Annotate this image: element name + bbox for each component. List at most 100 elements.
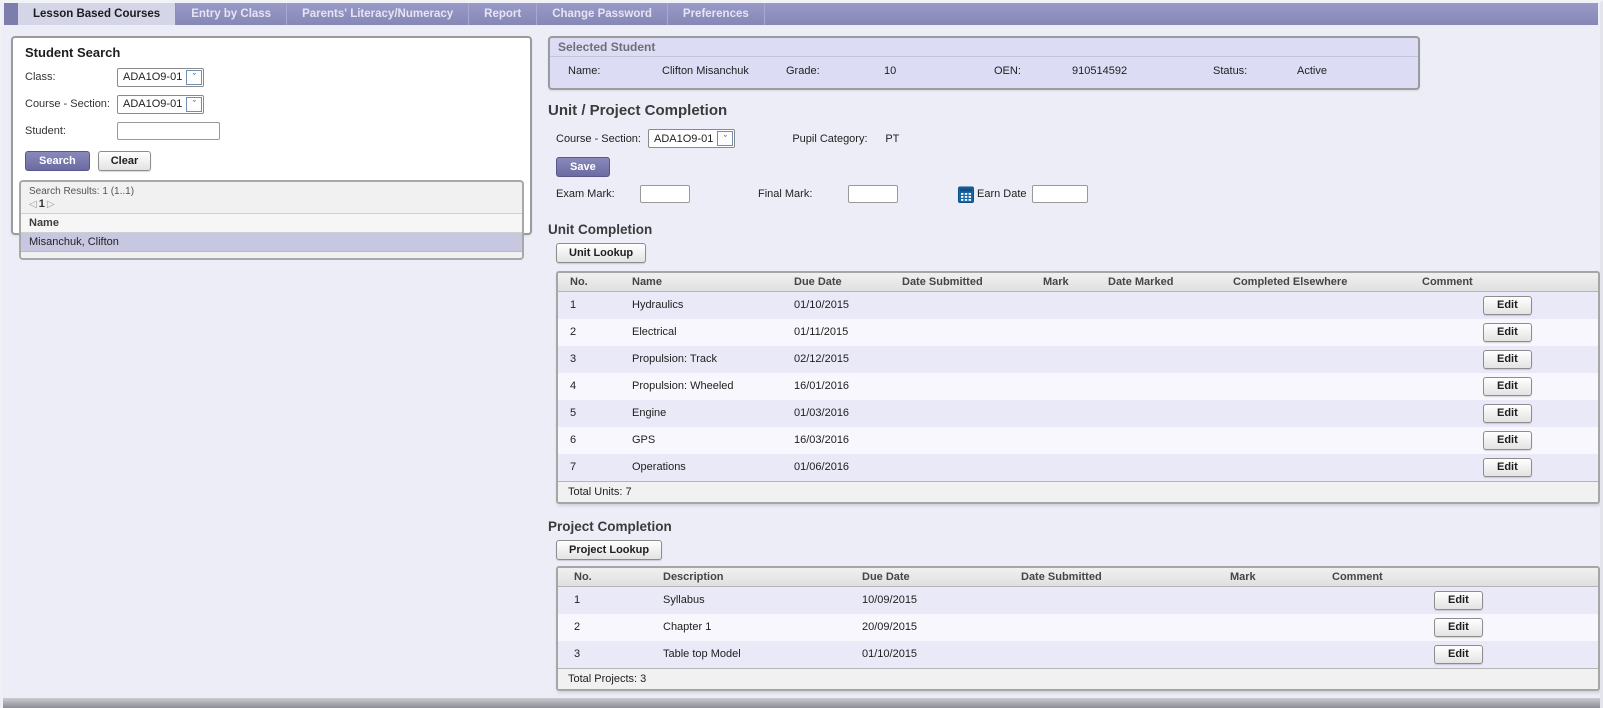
- table-row: 3 Table top Model 01/10/2015 Edit: [558, 641, 1598, 668]
- chevron-down-icon[interactable]: ˇ: [186, 97, 202, 112]
- col-name: Name: [620, 273, 782, 291]
- calendar-icon[interactable]: [958, 186, 974, 203]
- selected-student-title: Selected Student: [550, 38, 1418, 57]
- class-select-value: ADA1O9-01: [123, 71, 182, 83]
- final-mark-input[interactable]: [848, 185, 898, 203]
- next-page-icon[interactable]: ▷: [47, 199, 55, 210]
- search-results-summary: Search Results: 1 (1..1): [21, 182, 522, 198]
- oen-label: OEN:: [994, 65, 1072, 77]
- results-footer-strip: [21, 252, 522, 258]
- tab-change-password[interactable]: Change Password: [537, 3, 668, 25]
- unit-completion-title: Unit Completion: [548, 222, 652, 237]
- chevron-down-icon[interactable]: ˇ: [717, 131, 733, 146]
- col-date-submitted: Date Submitted: [1005, 568, 1214, 586]
- name-label: Name:: [568, 65, 662, 77]
- edit-button[interactable]: Edit: [1483, 323, 1532, 342]
- chevron-down-icon[interactable]: ˇ: [186, 70, 202, 85]
- tab-report[interactable]: Report: [469, 3, 537, 25]
- tab-parents-literacy-numeracy[interactable]: Parents' Literacy/Numeracy: [287, 3, 469, 25]
- exam-mark-label: Exam Mark:: [556, 188, 640, 200]
- exam-mark-input[interactable]: [640, 185, 690, 203]
- table-row: 7 Operations 01/06/2016 Edit: [558, 454, 1598, 481]
- pupil-category-value: PT: [885, 133, 899, 145]
- col-due-date: Due Date: [782, 273, 890, 291]
- edit-button[interactable]: Edit: [1434, 618, 1483, 637]
- save-button[interactable]: Save: [556, 157, 610, 177]
- unit-table-header: No. Name Due Date Date Submitted Mark Da…: [558, 273, 1598, 292]
- class-label: Class:: [25, 71, 117, 83]
- course-section-select-value: ADA1O9-01: [123, 98, 182, 110]
- project-table-total: Total Projects: 3: [558, 668, 1598, 689]
- project-lookup-button[interactable]: Project Lookup: [556, 540, 662, 560]
- edit-button[interactable]: Edit: [1483, 431, 1532, 450]
- results-name-header: Name: [21, 213, 522, 233]
- table-row: 1 Hydraulics 01/10/2015 Edit: [558, 292, 1598, 319]
- page-number[interactable]: 1: [39, 198, 45, 210]
- student-input[interactable]: [117, 122, 220, 140]
- grade-label: Grade:: [786, 65, 884, 77]
- student-search-title: Student Search: [19, 45, 524, 60]
- table-row: 1 Syllabus 10/09/2015 Edit: [558, 587, 1598, 614]
- class-select[interactable]: ADA1O9-01 ˇ: [117, 68, 204, 87]
- project-completion-table: No. Description Due Date Date Submitted …: [556, 566, 1600, 691]
- course-section-select-main-value: ADA1O9-01: [654, 133, 713, 145]
- col-date-marked: Date Marked: [1096, 273, 1221, 291]
- edit-button[interactable]: Edit: [1483, 350, 1532, 369]
- result-row-selected[interactable]: Misanchuk, Clifton: [21, 233, 522, 252]
- col-no: No.: [558, 273, 620, 291]
- edit-button[interactable]: Edit: [1434, 645, 1483, 664]
- final-mark-label: Final Mark:: [758, 188, 848, 200]
- tab-lesson-based-courses[interactable]: Lesson Based Courses: [18, 3, 176, 25]
- oen-value: 910514592: [1072, 65, 1213, 77]
- unit-completion-table: No. Name Due Date Date Submitted Mark Da…: [556, 271, 1600, 504]
- course-section-select-main[interactable]: ADA1O9-01 ˇ: [648, 129, 735, 148]
- col-description: Description: [647, 568, 846, 586]
- search-button[interactable]: Search: [25, 151, 90, 171]
- student-label: Student:: [25, 125, 117, 137]
- bottom-edge-bar: [0, 698, 1603, 708]
- earn-date-label: Earn Date: [977, 188, 1032, 200]
- col-due-date: Due Date: [846, 568, 1005, 586]
- project-completion-title: Project Completion: [548, 519, 672, 534]
- tab-preferences[interactable]: Preferences: [668, 3, 765, 25]
- top-nav: Lesson Based Courses Entry by Class Pare…: [4, 3, 1598, 25]
- table-row: 6 GPS 16/03/2016 Edit: [558, 427, 1598, 454]
- tab-entry-by-class[interactable]: Entry by Class: [176, 3, 287, 25]
- table-row: 3 Propulsion: Track 02/12/2015 Edit: [558, 346, 1598, 373]
- edit-button[interactable]: Edit: [1483, 296, 1532, 315]
- col-actions: [1483, 273, 1598, 291]
- col-no: No.: [558, 568, 647, 586]
- student-search-panel: Student Search Class: ADA1O9-01 ˇ Course…: [11, 36, 532, 235]
- edit-button[interactable]: Edit: [1483, 458, 1532, 477]
- pupil-category-label: Pupil Category:: [792, 133, 885, 145]
- col-completed-elsewhere: Completed Elsewhere: [1221, 273, 1410, 291]
- results-pager: ◁ 1 ▷: [21, 198, 522, 213]
- app-page: Lesson Based Courses Entry by Class Pare…: [0, 0, 1603, 708]
- col-comment: Comment: [1316, 568, 1434, 586]
- edit-button[interactable]: Edit: [1483, 377, 1532, 396]
- col-comment: Comment: [1410, 273, 1483, 291]
- course-section-label-main: Course - Section:: [556, 133, 648, 145]
- prev-page-icon[interactable]: ◁: [29, 199, 37, 210]
- edit-button[interactable]: Edit: [1483, 404, 1532, 423]
- selected-student-box: Selected Student Name: Clifton Misanchuk…: [548, 36, 1420, 90]
- search-results-box: Search Results: 1 (1..1) ◁ 1 ▷ Name Misa…: [19, 180, 524, 260]
- table-row: 5 Engine 01/03/2016 Edit: [558, 400, 1598, 427]
- name-value: Clifton Misanchuk: [662, 65, 786, 77]
- course-section-select[interactable]: ADA1O9-01 ˇ: [117, 95, 204, 114]
- unit-lookup-button[interactable]: Unit Lookup: [556, 243, 646, 263]
- edit-button[interactable]: Edit: [1434, 591, 1483, 610]
- table-row: 2 Electrical 01/11/2015 Edit: [558, 319, 1598, 346]
- nav-left-cap: [4, 3, 18, 25]
- nav-filler: [765, 3, 1598, 25]
- col-date-submitted: Date Submitted: [890, 273, 1031, 291]
- status-value: Active: [1297, 65, 1418, 77]
- status-label: Status:: [1213, 65, 1297, 77]
- earn-date-input[interactable]: [1032, 185, 1088, 203]
- unit-project-completion-title: Unit / Project Completion: [548, 102, 727, 119]
- clear-button[interactable]: Clear: [98, 151, 152, 171]
- col-actions: [1434, 568, 1598, 586]
- table-row: 2 Chapter 1 20/09/2015 Edit: [558, 614, 1598, 641]
- unit-table-total: Total Units: 7: [558, 481, 1598, 502]
- col-mark: Mark: [1214, 568, 1316, 586]
